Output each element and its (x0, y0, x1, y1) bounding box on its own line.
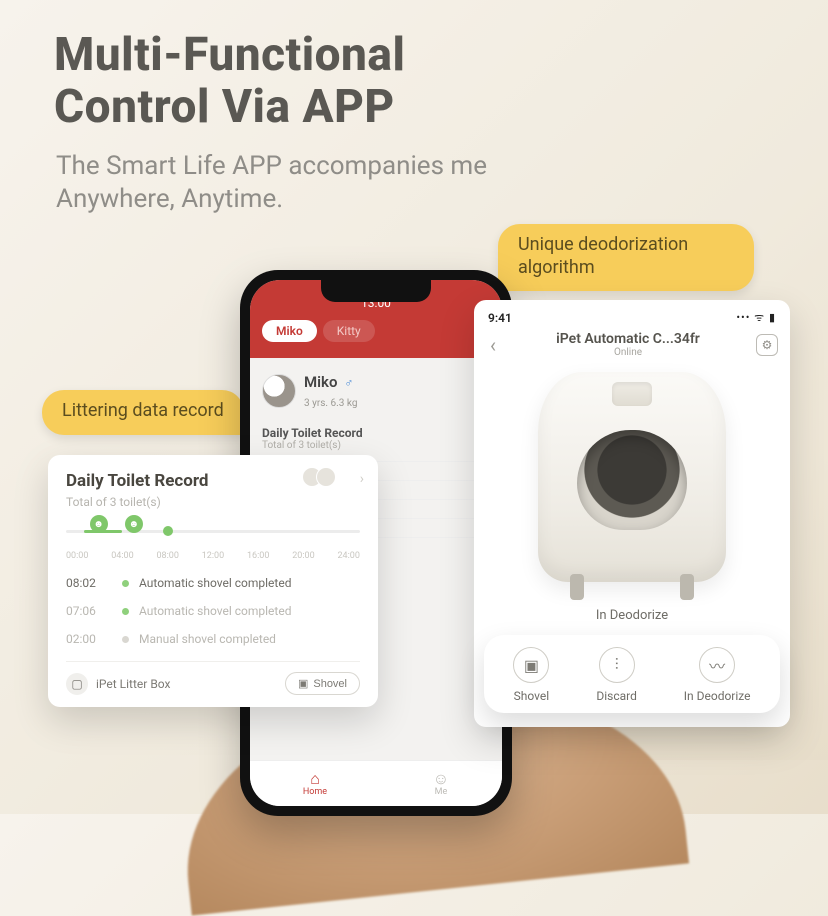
pet-row[interactable]: Miko ♂ 3 yrs. 6.3 kg (262, 368, 490, 420)
shovel-button[interactable]: ▣ Shovel (285, 672, 360, 695)
nav-me-label: Me (433, 787, 449, 797)
panel-title: iPet Automatic C...34fr Online (500, 331, 756, 358)
hero-subtitle: The Smart Life APP accompanies me Anywhe… (56, 150, 487, 215)
tick-2: 08:00 (157, 551, 179, 561)
log-dot-0 (122, 580, 129, 587)
timeline-marker-2: ☻ (125, 515, 143, 533)
settings-icon[interactable]: ⚙ (756, 334, 778, 356)
log-row-0: 08:02 Automatic shovel completed (66, 569, 360, 597)
action-deodorize-label: In Deodorize (684, 689, 751, 703)
user-icon: ☺ (433, 771, 449, 787)
pet-meta: 3 yrs. 6.3 kg (304, 398, 357, 409)
callout-right-l1: Unique deodorization (518, 234, 688, 255)
panel-header: ‹ iPet Automatic C...34fr Online ⚙ (474, 329, 790, 368)
phone-notch (321, 280, 431, 302)
chevron-right-icon[interactable]: › (360, 471, 364, 487)
marketing-page: Multi-Functional Control Via APP The Sma… (0, 0, 828, 814)
log-msg-2: Manual shovel completed (139, 632, 276, 646)
panel-time: 9:41 (488, 311, 512, 325)
home-icon: ⌂ (303, 771, 327, 787)
device-port (577, 430, 687, 530)
tick-3: 12:00 (202, 551, 224, 561)
log-time-1: 07:06 (66, 604, 112, 618)
device-panel: 9:41 ••• ᯤ ▮ ‹ iPet Automatic C...34fr O… (474, 300, 790, 727)
log-dot-1 (122, 608, 129, 615)
log-row-2: 02:00 Manual shovel completed (66, 625, 360, 653)
daily-record-card: › Daily Toilet Record Total of 3 toilet(… (48, 455, 378, 707)
hero-sub-l2: Anywhere, Anytime. (56, 184, 283, 214)
action-discard[interactable]: ⫶ Discard (596, 647, 637, 703)
tab-miko[interactable]: Miko (262, 320, 317, 342)
log-msg-0: Automatic shovel completed (139, 576, 291, 590)
pet-tabs: Miko Kitty (262, 320, 490, 342)
pet-avatar (262, 374, 296, 408)
callout-right-l2: algorithm (518, 257, 595, 278)
log-list: 08:02 Automatic shovel completed 07:06 A… (66, 569, 360, 653)
panel-title-text: iPet Automatic C...34fr (556, 331, 700, 347)
timeline-dot (163, 526, 173, 536)
pet-name: Miko (304, 373, 337, 391)
pet-info: Miko ♂ 3 yrs. 6.3 kg (304, 372, 357, 410)
card-total: Total of 3 toilet(s) (66, 495, 360, 509)
tick-5: 20:00 (292, 551, 314, 561)
mini-avatars (308, 467, 336, 487)
log-dot-2 (122, 636, 129, 643)
device-name: iPet Litter Box (96, 677, 170, 691)
shovel-label: Shovel (313, 678, 347, 690)
device-label: ▢ iPet Litter Box (66, 673, 170, 695)
shovel-icon: ▣ (298, 677, 308, 690)
device-icon: ▢ (66, 673, 88, 695)
hero-title: Multi-Functional Control Via APP (54, 30, 405, 133)
callout-right: Unique deodorization algorithm (498, 224, 754, 291)
panel-status: Online (500, 347, 756, 358)
nav-home-label: Home (303, 787, 327, 797)
device-leg-r (680, 574, 694, 600)
timeline-ticks: 00:00 04:00 08:00 12:00 16:00 20:00 24:0… (66, 551, 360, 561)
phone-section-sub: Total of 3 toilet(s) (262, 440, 490, 451)
device-image (538, 372, 726, 582)
nav-home[interactable]: ⌂ Home (303, 771, 327, 797)
action-bar: ▣ Shovel ⫶ Discard 〰 In Deodorize (484, 635, 780, 713)
discard-action-icon: ⫶ (599, 647, 635, 683)
hero-title-l1: Multi-Functional (54, 28, 405, 82)
log-time-2: 02:00 (66, 632, 112, 646)
phone-header: Miko Kitty (250, 312, 502, 358)
device-state: In Deodorize (474, 608, 790, 623)
signal-icon: ••• ᯤ ▮ (736, 310, 776, 325)
action-deodorize[interactable]: 〰 In Deodorize (684, 647, 751, 703)
panel-statusbar: 9:41 ••• ᯤ ▮ (474, 300, 790, 329)
log-time-0: 08:02 (66, 576, 112, 590)
action-shovel[interactable]: ▣ Shovel (513, 647, 549, 703)
tick-1: 04:00 (111, 551, 133, 561)
timeline: ☻ ☻ (66, 519, 360, 547)
action-discard-label: Discard (596, 689, 637, 703)
callout-left-text: Littering data record (62, 400, 224, 421)
tick-0: 00:00 (66, 551, 88, 561)
phone-bottom-nav: ⌂ Home ☺ Me (250, 760, 502, 806)
tick-4: 16:00 (247, 551, 269, 561)
tick-6: 24:00 (338, 551, 360, 561)
timeline-marker-1: ☻ (90, 515, 108, 533)
phone-section-title: Daily Toilet Record (262, 426, 490, 440)
hero-sub-l1: The Smart Life APP accompanies me (56, 151, 487, 181)
tab-kitty[interactable]: Kitty (323, 320, 375, 342)
callout-left: Littering data record (42, 390, 244, 435)
card-footer: ▢ iPet Litter Box ▣ Shovel (66, 661, 360, 695)
deodorize-action-icon: 〰 (699, 647, 735, 683)
nav-me[interactable]: ☺ Me (433, 771, 449, 797)
hero-title-l2: Control Via APP (54, 80, 395, 134)
back-icon[interactable]: ‹ (486, 333, 500, 357)
device-leg-l (570, 574, 584, 600)
device-top (612, 382, 652, 406)
log-row-1: 07:06 Automatic shovel completed (66, 597, 360, 625)
male-icon: ♂ (344, 376, 353, 390)
shovel-action-icon: ▣ (513, 647, 549, 683)
log-msg-1: Automatic shovel completed (139, 604, 291, 618)
action-shovel-label: Shovel (513, 689, 549, 703)
